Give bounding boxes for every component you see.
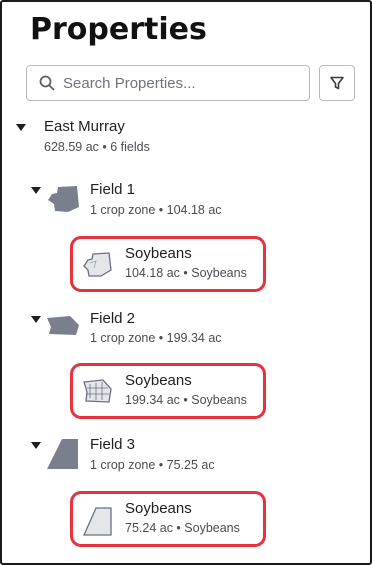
farm-summary: 628.59 ac • 6 fields [44,140,150,154]
crop-zone-name: Soybeans [125,245,192,262]
crop-zone-boundary-icon [83,252,112,277]
field-boundary-icon [47,316,79,335]
crop-zone-item[interactable]: Soybeans 199.34 ac • Soybeans [70,363,266,419]
field-boundary-icon [48,186,79,212]
caret-down-icon[interactable] [31,187,41,195]
caret-down-icon[interactable] [31,316,41,324]
search-icon [39,75,55,91]
farm-name: East Murray [44,118,125,135]
page-title: Properties [30,12,207,47]
field-summary: 1 crop zone • 199.34 ac [90,331,222,345]
crop-zone-name: Soybeans [125,372,192,389]
crop-zone-item[interactable]: Soybeans 104.18 ac • Soybeans [70,236,266,292]
search-input[interactable] [63,66,303,100]
field-boundary-icon [47,439,78,469]
crop-zone-summary: 75.24 ac • Soybeans [125,521,240,535]
crop-zone-boundary-icon [82,507,112,536]
caret-down-icon[interactable] [31,442,41,450]
properties-panel: Properties East Murray 628.59 ac • 6 fie… [0,0,372,565]
search-box[interactable] [26,65,310,101]
filter-button[interactable] [319,65,355,101]
field-summary: 1 crop zone • 104.18 ac [90,203,222,217]
caret-down-icon[interactable] [16,124,26,132]
field-name: Field 1 [90,181,136,198]
filter-icon [330,76,344,90]
crop-zone-summary: 104.18 ac • Soybeans [125,266,247,280]
crop-zone-summary: 199.34 ac • Soybeans [125,393,247,407]
crop-zone-name: Soybeans [125,500,192,517]
crop-zone-boundary-icon [83,379,112,403]
field-summary: 1 crop zone • 75.25 ac [90,458,215,472]
field-name: Field 3 [90,436,136,453]
crop-zone-item[interactable]: Soybeans 75.24 ac • Soybeans [70,491,266,547]
field-name: Field 2 [90,310,136,327]
